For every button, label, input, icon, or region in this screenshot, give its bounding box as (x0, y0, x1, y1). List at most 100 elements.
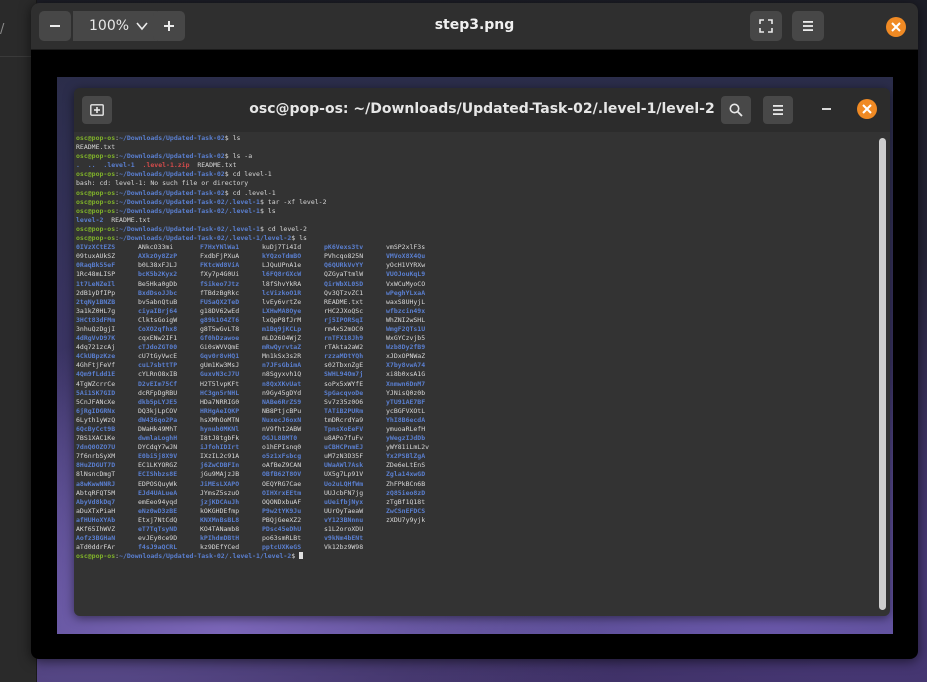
file-entry: kYQzoTdmBO (262, 252, 302, 261)
prompt-path: ~/Downloads/Updated-Task-02 (119, 152, 225, 161)
file-entry (386, 543, 448, 552)
file-entry: QirWbXL0SD (324, 279, 364, 288)
file-entry: GuxvN3cJ7U (200, 370, 240, 379)
file-entry: DYCdqY7wJN (138, 443, 178, 452)
file-entry: 8lNsncDmgT (76, 470, 116, 479)
file-entry: Wzb8Dy2fB9 (386, 343, 426, 352)
file-entry: 3nhuQzDgjI (76, 324, 116, 333)
command-text: cd .level-1 (232, 188, 276, 197)
file-entry: ciyaIBrj64 (138, 306, 178, 315)
file-entry: EC1LKYORGZ (138, 461, 178, 470)
terminal-search-button[interactable] (721, 96, 751, 124)
file-entry: I8tJ8tgbFk (200, 434, 240, 443)
prompt-path: ~/Downloads/Updated-Task-02 (119, 134, 225, 142)
command-text: tar -xf level-2 (267, 197, 327, 206)
file-entry: X7by8vwA74 (386, 361, 426, 370)
viewer-title: step3.png (434, 17, 515, 33)
file-entry: lvEy6vrtZe (262, 297, 302, 306)
file-entry: PBQjGeeXZ2 (262, 515, 302, 524)
terminal-close-button[interactable] (857, 99, 877, 119)
file-entry: kOKGHDEfmp (200, 506, 240, 515)
listing-entry: level-2 (76, 215, 104, 224)
prompt-user: osc@pop-os (76, 206, 116, 215)
file-entry: H2T5lvpKFt (200, 379, 240, 388)
file-entry: rnTFX18Jh9 (324, 334, 364, 343)
viewer-close-button[interactable] (886, 17, 906, 37)
minimize-button[interactable] (822, 108, 831, 110)
file-entry: WmgF2QTs1U (386, 324, 426, 333)
file-entry: EDPOSQuyWk (138, 479, 178, 488)
file-entry: Q6QURkVvYY (324, 261, 364, 270)
file-entry: 1Rc48mLISP (76, 270, 116, 279)
file-entry: ECIShbzs8E (138, 470, 178, 479)
file-entry: dkb5pLYJE5 (138, 397, 178, 406)
file-entry: j6ZwCDBFIn (200, 461, 240, 470)
prompt-user: osc@pop-os (76, 224, 116, 233)
file-entry: F7HxYNlWa1 (200, 243, 240, 252)
file-entry (386, 525, 448, 534)
listing-entry: README.txt (197, 161, 237, 170)
file-entry: l8fShvYkRA (262, 279, 302, 288)
listing-gap (135, 161, 143, 169)
file-entry: Be5Hka0gDb (138, 279, 178, 288)
file-entry: vmSP2xlF3s (386, 243, 426, 252)
file-entry: OIHXrxEEtm (262, 488, 302, 497)
command-text: cd level-2 (267, 224, 307, 233)
file-entry: AKf65IhWVZ (76, 525, 116, 534)
prompt-symbol: $ (291, 234, 300, 243)
file-entry: AbtqRFQT5M (76, 488, 116, 497)
file-entry: mRwQyrvtaZ (262, 343, 302, 352)
file-entry: n7JFsGbimA (262, 361, 302, 370)
file-entry: Yx2PSBlZgA (386, 452, 426, 461)
file-entry: 4dRgVvD97K (76, 334, 116, 343)
file-entry: ANkcO33mi (138, 243, 174, 252)
file-entry: yWegzIJdDb (386, 434, 426, 443)
file-entry: E0bi5j8X9V (138, 452, 178, 461)
file-entry: KO4TANamb8 (200, 525, 240, 534)
prompt-user: osc@pop-os (76, 134, 116, 142)
file-entry: 4CkUBpzKze (76, 352, 116, 361)
file-entry: dwmlaLoghH (138, 434, 178, 443)
file-entry: gUm1Kw3MsJ (200, 361, 240, 370)
prompt-symbol: $ (259, 224, 268, 233)
terminal-line: osc@pop-os:~/Downloads/Updated-Task-02/.… (76, 225, 874, 234)
file-entry: kPIhdmDBtH (200, 534, 240, 543)
terminal-line: bash: cd: level-1: No such file or direc… (76, 179, 874, 188)
file-entry: Vk12bz9W98 (324, 543, 364, 552)
file-entry: 0RaqBk55eF (76, 261, 116, 270)
prompt-user: osc@pop-os (76, 552, 116, 561)
file-entry (386, 534, 448, 543)
file-entry: Gi0sWVVQmE (200, 343, 240, 352)
file-entry: README.txt (324, 297, 364, 306)
file-entry: cYLRnO8xIB (138, 370, 178, 379)
file-entry: Gqv0r8vHQ1 (200, 352, 240, 361)
listing-gap (80, 161, 88, 169)
file-entry: Sv7z35z0O6 (324, 397, 364, 406)
file-entry: pK6Vexs3tv (324, 243, 364, 252)
file-entry: Etxj7NtCdQ (138, 515, 178, 524)
fullscreen-button[interactable] (750, 11, 782, 41)
file-entry: cuL7sbttTP (138, 361, 178, 370)
file-entry: rj5IPORSqI (324, 315, 364, 324)
terminal-output[interactable]: osc@pop-os:~/Downloads/Updated-Task-02$ … (74, 132, 874, 616)
viewer-menu-button[interactable] (792, 11, 824, 41)
prompt-path: ~/Downloads/Updated-Task-02/.level-1/lev… (119, 552, 292, 561)
file-entry: wfbzcin49x (386, 306, 426, 315)
file-entry: QZGyaTtmlW (324, 270, 364, 279)
file-entry: po63smRLBt (262, 534, 302, 543)
terminal-scrollbar[interactable] (879, 138, 886, 610)
file-entry: UX5g7Lp91V (324, 470, 364, 479)
terminal-menu-button[interactable] (763, 96, 793, 124)
file-entry: cqxENw2IF1 (138, 334, 178, 343)
terminal-line: osc@pop-os:~/Downloads/Updated-Task-02/.… (76, 198, 874, 207)
file-entry: lcVizkoO1R (262, 288, 302, 297)
file-entry: LJQuUPnA1e (262, 261, 302, 270)
file-entry: 3HCt83dFMm (76, 315, 116, 324)
command-text: ls (232, 134, 241, 142)
file-entry: dW436qo2Pa (138, 415, 178, 424)
file-entry: Zgla14xwGD (386, 470, 426, 479)
displayed-screenshot: osc@pop-os: ~/Downloads/Updated-Task-02/… (57, 77, 893, 634)
file-entry: f4sJ9aQCRL (138, 543, 178, 552)
file-entry: aTd0ddrFAr (76, 543, 116, 552)
file-entry: SpGacqvoDe (324, 388, 364, 397)
